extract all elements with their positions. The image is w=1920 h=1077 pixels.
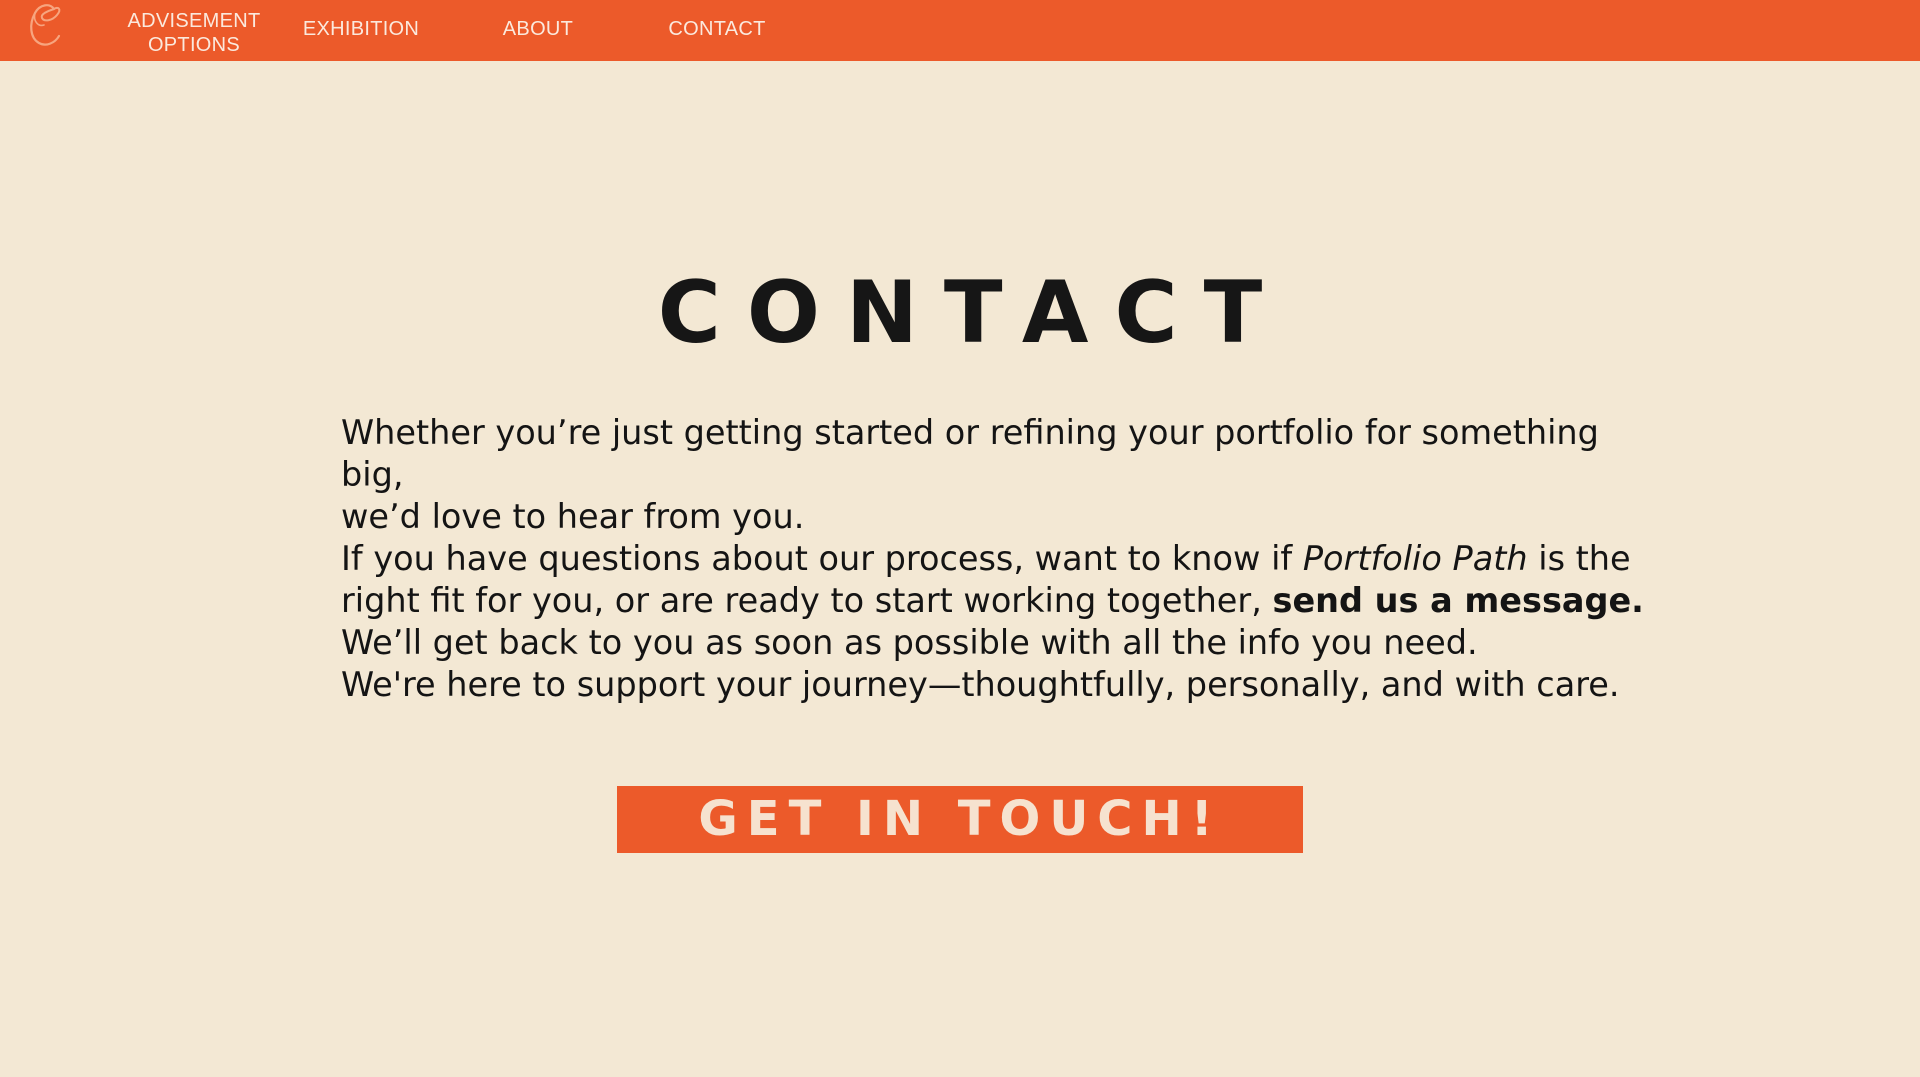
nav-contact[interactable]: CONTACT: [662, 17, 772, 41]
nav-about[interactable]: ABOUT: [495, 17, 581, 41]
intro-paragraph: Whether you’re just getting started or r…: [341, 412, 1661, 538]
get-in-touch-button[interactable]: GET IN TOUCH!: [617, 786, 1303, 853]
brand-name-italic: Portfolio Path: [1302, 539, 1528, 578]
process-text-start: If you have questions about our process,…: [341, 539, 1303, 578]
contact-intro-text: Whether you’re just getting started or r…: [341, 412, 1661, 706]
nav-advisement-line2: OPTIONS: [147, 34, 241, 56]
support-paragraph: We're here to support your journey—thoug…: [341, 665, 1620, 704]
response-paragraph: We’ll get back to you as soon as possibl…: [341, 623, 1478, 662]
send-message-emphasis: send us a message.: [1272, 581, 1644, 620]
intro-line-1: Whether you’re just getting started or r…: [341, 413, 1599, 494]
script-c-logo-icon[interactable]: [24, 0, 66, 50]
nav-advisement-options[interactable]: ADVISEMENT OPTIONS: [120, 9, 268, 57]
nav-advisement-line1: ADVISEMENT: [127, 10, 261, 32]
intro-line-2: we’d love to hear from you.: [341, 497, 805, 536]
process-paragraph: If you have questions about our process,…: [341, 538, 1661, 622]
page-title: CONTACT: [657, 262, 1289, 363]
top-navigation-bar: ADVISEMENT OPTIONS EXHIBITION ABOUT CONT…: [0, 0, 1920, 61]
nav-exhibition[interactable]: EXHIBITION: [300, 17, 422, 41]
